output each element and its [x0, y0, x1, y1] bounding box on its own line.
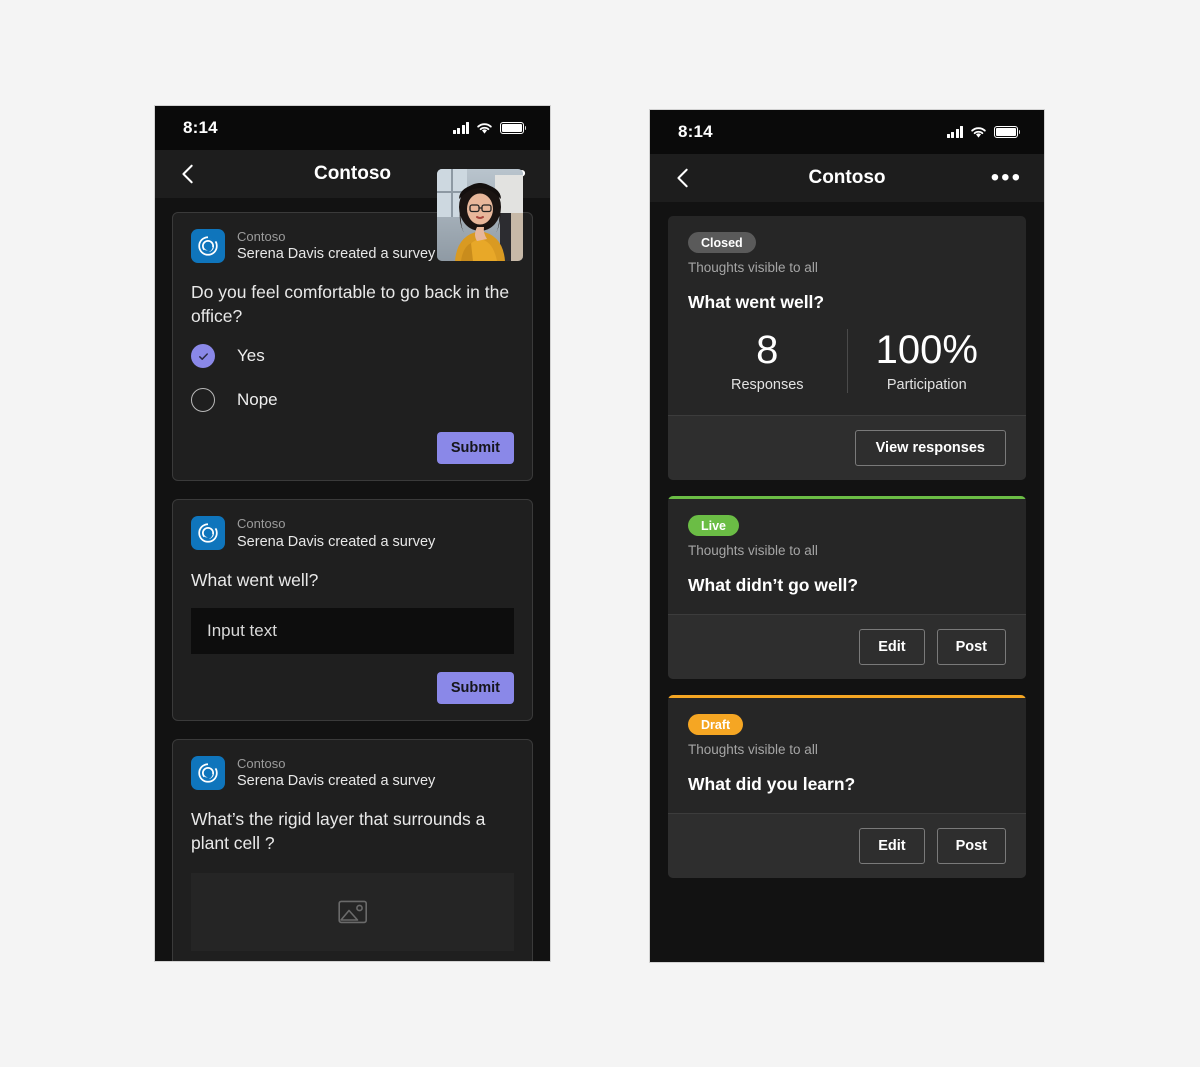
survey-question: What went well?: [191, 569, 319, 590]
contoso-app-icon: [191, 756, 225, 791]
signal-bars-icon: [452, 122, 469, 134]
phone-mockup-right: 8:14 Contoso ••• Closed Thoughts visible…: [650, 110, 1044, 962]
visibility-label: Thoughts visible to all: [688, 260, 818, 275]
card-header: Contoso Serena Davis created a survey: [191, 516, 514, 551]
card-app-name: Contoso: [237, 229, 286, 244]
battery-icon: [500, 122, 527, 134]
card-actions: Edit Post: [668, 813, 1026, 878]
stat-label: Responses: [730, 377, 804, 393]
card-actions: View responses: [668, 415, 1026, 480]
nav-bar: Contoso •••: [650, 154, 1044, 202]
reflection-card-live: Live Thoughts visible to all What didn’t…: [668, 496, 1026, 679]
reflection-card-draft: Draft Thoughts visible to all What did y…: [668, 695, 1026, 878]
survey-text-input[interactable]: Input text: [191, 608, 514, 655]
radio-selected-icon[interactable]: [191, 344, 215, 369]
reflection-question: What didn’t go well?: [688, 575, 859, 595]
survey-options: Yes Nope: [191, 344, 514, 413]
visibility-label: Thoughts visible to all: [688, 742, 818, 757]
card-app-name: Contoso: [237, 516, 286, 532]
card-actions: Edit Post: [668, 614, 1026, 679]
edit-button[interactable]: Edit: [859, 629, 925, 665]
contoso-app-icon: [191, 516, 225, 551]
stat-participation: 100% Participation: [846, 328, 1007, 393]
stat-responses: 8 Responses: [688, 329, 847, 393]
submit-button[interactable]: Submit: [436, 432, 514, 465]
author-photo: [437, 169, 523, 261]
survey-text-input-value: Input text: [207, 621, 277, 641]
status-icons: [946, 126, 1021, 139]
chevron-left-icon[interactable]: [177, 163, 199, 185]
reflection-question: What went well?: [688, 292, 825, 312]
survey-question: What’s the rigid layer that surrounds a …: [191, 809, 486, 853]
card-subtitle: Serena Davis created a survey: [237, 773, 436, 790]
stat-value: 100%: [875, 328, 978, 372]
image-placeholder-icon: [337, 900, 367, 924]
status-icons: [452, 122, 527, 135]
survey-card-choice: Contoso Serena Davis created a survey Do…: [172, 169, 533, 482]
post-button[interactable]: Post: [936, 828, 1006, 864]
survey-card-image: Contoso Serena Davis created a survey Wh…: [172, 739, 533, 961]
reflection-card-closed: Closed Thoughts visible to all What went…: [668, 216, 1026, 480]
edit-button[interactable]: Edit: [859, 828, 925, 864]
chevron-left-icon[interactable]: [672, 167, 694, 189]
option-row[interactable]: Nope: [191, 388, 514, 413]
status-bar: 8:14: [155, 106, 550, 150]
option-row[interactable]: Yes: [191, 344, 514, 369]
image-attachment-area[interactable]: [191, 873, 514, 952]
stat-label: Participation: [886, 377, 967, 393]
view-responses-button[interactable]: View responses: [854, 430, 1006, 466]
stat-value: 8: [756, 328, 779, 372]
wifi-icon: [477, 122, 492, 134]
option-label: Nope: [237, 390, 278, 410]
radio-unselected-icon[interactable]: [191, 388, 215, 413]
survey-question: Do you feel comfortable to go back in th…: [191, 282, 510, 326]
status-bar: 8:14: [650, 110, 1044, 154]
signal-bars-icon: [946, 126, 963, 138]
status-badge: Closed: [688, 232, 756, 253]
status-time: 8:14: [678, 122, 713, 141]
contoso-app-icon: [191, 229, 225, 264]
card-header: Contoso Serena Davis created a survey: [191, 756, 514, 791]
card-app-name: Contoso: [237, 756, 286, 772]
stats-row: 8 Responses 100% Participation: [688, 329, 1006, 397]
survey-card-text: Contoso Serena Davis created a survey Wh…: [172, 499, 533, 722]
card-subtitle: Serena Davis created a survey: [237, 246, 436, 263]
survey-feed: Contoso Serena Davis created a survey Do…: [155, 169, 550, 961]
battery-icon: [994, 126, 1021, 138]
status-time: 8:14: [183, 118, 218, 137]
reflection-list: Closed Thoughts visible to all What went…: [650, 202, 1044, 878]
submit-button[interactable]: Submit: [436, 672, 514, 705]
card-subtitle: Serena Davis created a survey: [237, 533, 436, 550]
page-title: Contoso: [808, 167, 886, 188]
phone-mockup-left: 8:14 Contoso •••: [155, 106, 550, 961]
post-button[interactable]: Post: [936, 629, 1006, 665]
reflection-question: What did you learn?: [688, 774, 856, 794]
visibility-label: Thoughts visible to all: [688, 543, 818, 558]
more-horizontal-icon[interactable]: •••: [991, 166, 1022, 190]
status-badge: Draft: [688, 714, 744, 735]
status-badge: Live: [688, 515, 740, 536]
wifi-icon: [971, 126, 986, 138]
option-label: Yes: [237, 346, 265, 366]
